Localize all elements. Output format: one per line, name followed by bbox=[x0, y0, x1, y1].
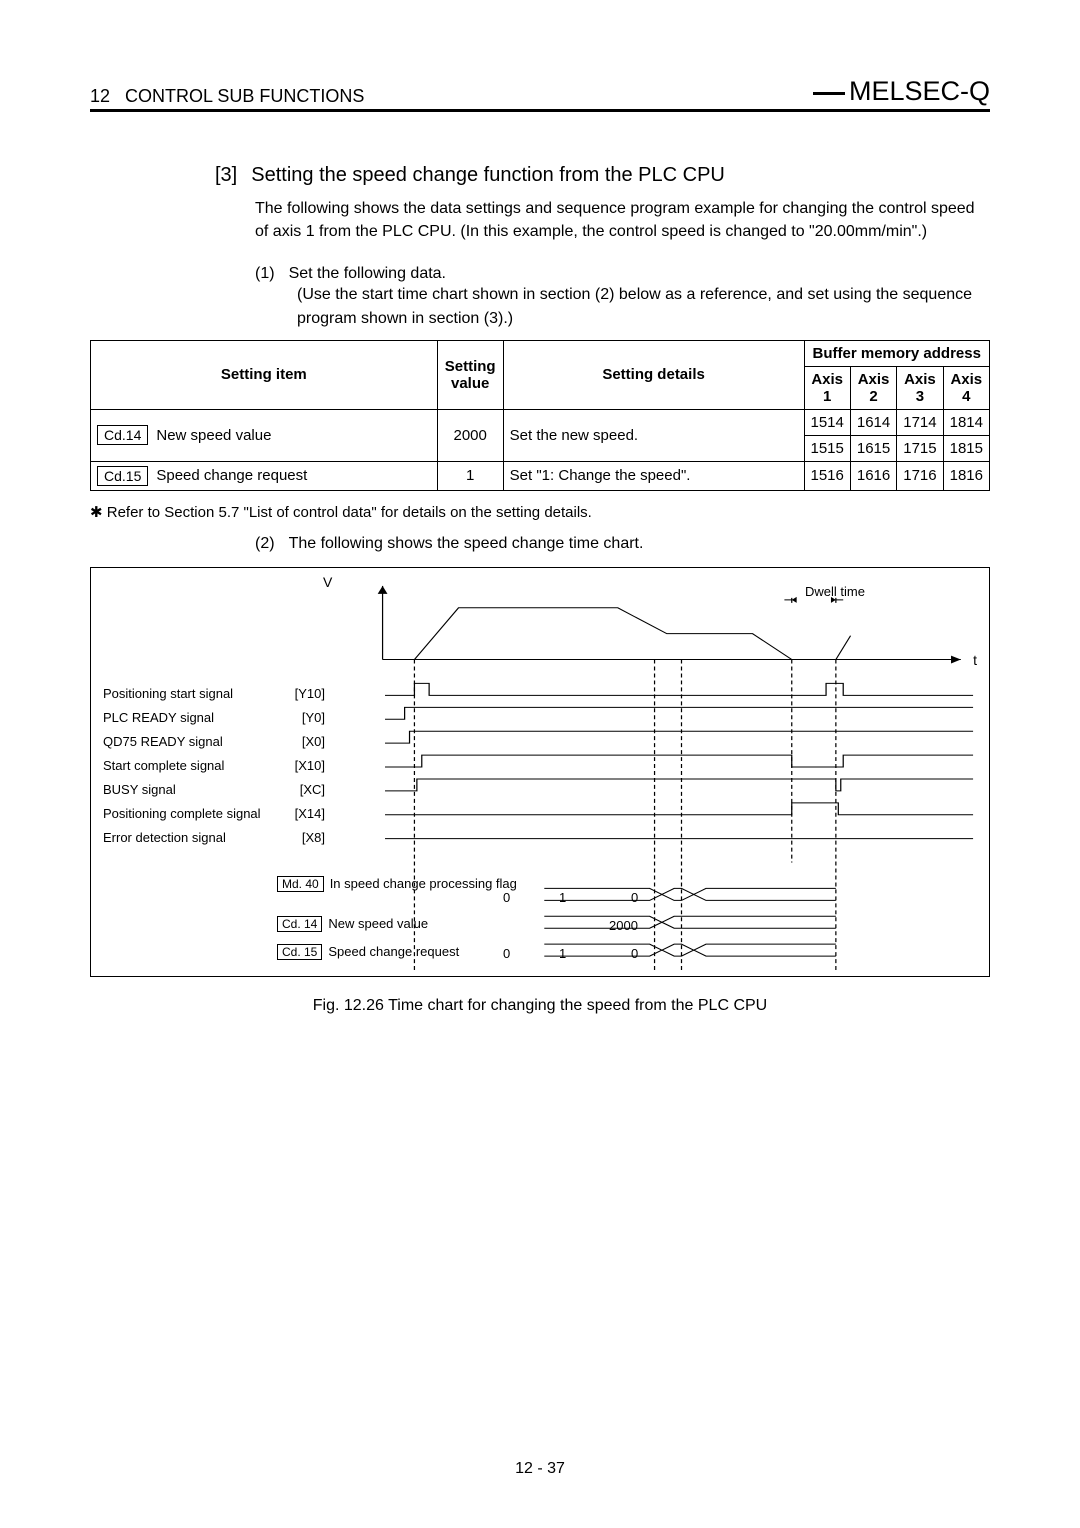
footnote: ✱ Refer to Section 5.7 "List of control … bbox=[90, 503, 990, 521]
th-axis1: Axis 1 bbox=[804, 366, 850, 409]
th-buffer-mem: Buffer memory address bbox=[804, 340, 990, 366]
cd-code: Cd.15 bbox=[97, 466, 148, 486]
section3-num: [3] bbox=[215, 164, 237, 187]
sub1-heading: (1) Set the following data. bbox=[255, 265, 990, 283]
addr: 1714 bbox=[897, 409, 943, 435]
cd-item: Speed change request bbox=[156, 468, 307, 485]
addr: 1515 bbox=[804, 435, 850, 461]
chapter-text: CONTROL SUB FUNCTIONS bbox=[125, 86, 364, 106]
setting-value: 2000 bbox=[437, 409, 503, 461]
section3-title: Setting the speed change function from t… bbox=[251, 164, 725, 187]
sub2-heading: (2) The following shows the speed change… bbox=[255, 535, 990, 553]
section3-body: The following shows the data settings an… bbox=[255, 197, 990, 243]
addr: 1814 bbox=[943, 409, 989, 435]
timing-chart: V t Dwell time Positioning start signal … bbox=[90, 567, 990, 977]
sub1-body: (Use the start time chart shown in secti… bbox=[297, 283, 990, 329]
chart-svg bbox=[91, 568, 989, 976]
addr: 1615 bbox=[850, 435, 896, 461]
table-row: Cd.15 Speed change request 1 Set "1: Cha… bbox=[91, 461, 990, 490]
addr: 1715 bbox=[897, 435, 943, 461]
th-setting-value: Setting value bbox=[437, 340, 503, 409]
sub2-num: (2) bbox=[255, 535, 275, 553]
addr: 1614 bbox=[850, 409, 896, 435]
setting-value: 1 bbox=[437, 461, 503, 490]
sub2-title: The following shows the speed change tim… bbox=[289, 535, 644, 553]
th-setting-item: Setting item bbox=[91, 340, 438, 409]
table-row: Cd.14 New speed value 2000 Set the new s… bbox=[91, 409, 990, 435]
addr: 1716 bbox=[897, 461, 943, 490]
addr: 1514 bbox=[804, 409, 850, 435]
addr: 1516 bbox=[804, 461, 850, 490]
brand-label: MELSEC-Q bbox=[813, 76, 990, 107]
setting-details: Set "1: Change the speed". bbox=[503, 461, 804, 490]
sub1-title: Set the following data. bbox=[289, 265, 446, 283]
th-axis4: Axis 4 bbox=[943, 366, 989, 409]
cd-code: Cd.14 bbox=[97, 425, 148, 445]
th-axis2: Axis 2 bbox=[850, 366, 896, 409]
chapter-title: 12 CONTROL SUB FUNCTIONS bbox=[90, 86, 364, 107]
cd-item: New speed value bbox=[156, 427, 271, 444]
addr: 1815 bbox=[943, 435, 989, 461]
page-number: 12 - 37 bbox=[0, 1460, 1080, 1478]
section3-heading: [3] Setting the speed change function fr… bbox=[215, 164, 990, 187]
figure-caption: Fig. 12.26 Time chart for changing the s… bbox=[90, 997, 990, 1015]
settings-table: Setting item Setting value Setting detai… bbox=[90, 340, 990, 491]
th-setting-details: Setting details bbox=[503, 340, 804, 409]
chapter-num: 12 bbox=[90, 86, 110, 106]
addr: 1616 bbox=[850, 461, 896, 490]
setting-details: Set the new speed. bbox=[503, 409, 804, 461]
addr: 1816 bbox=[943, 461, 989, 490]
th-axis3: Axis 3 bbox=[897, 366, 943, 409]
sub1-num: (1) bbox=[255, 265, 275, 283]
page-header: 12 CONTROL SUB FUNCTIONS MELSEC-Q bbox=[90, 76, 990, 112]
